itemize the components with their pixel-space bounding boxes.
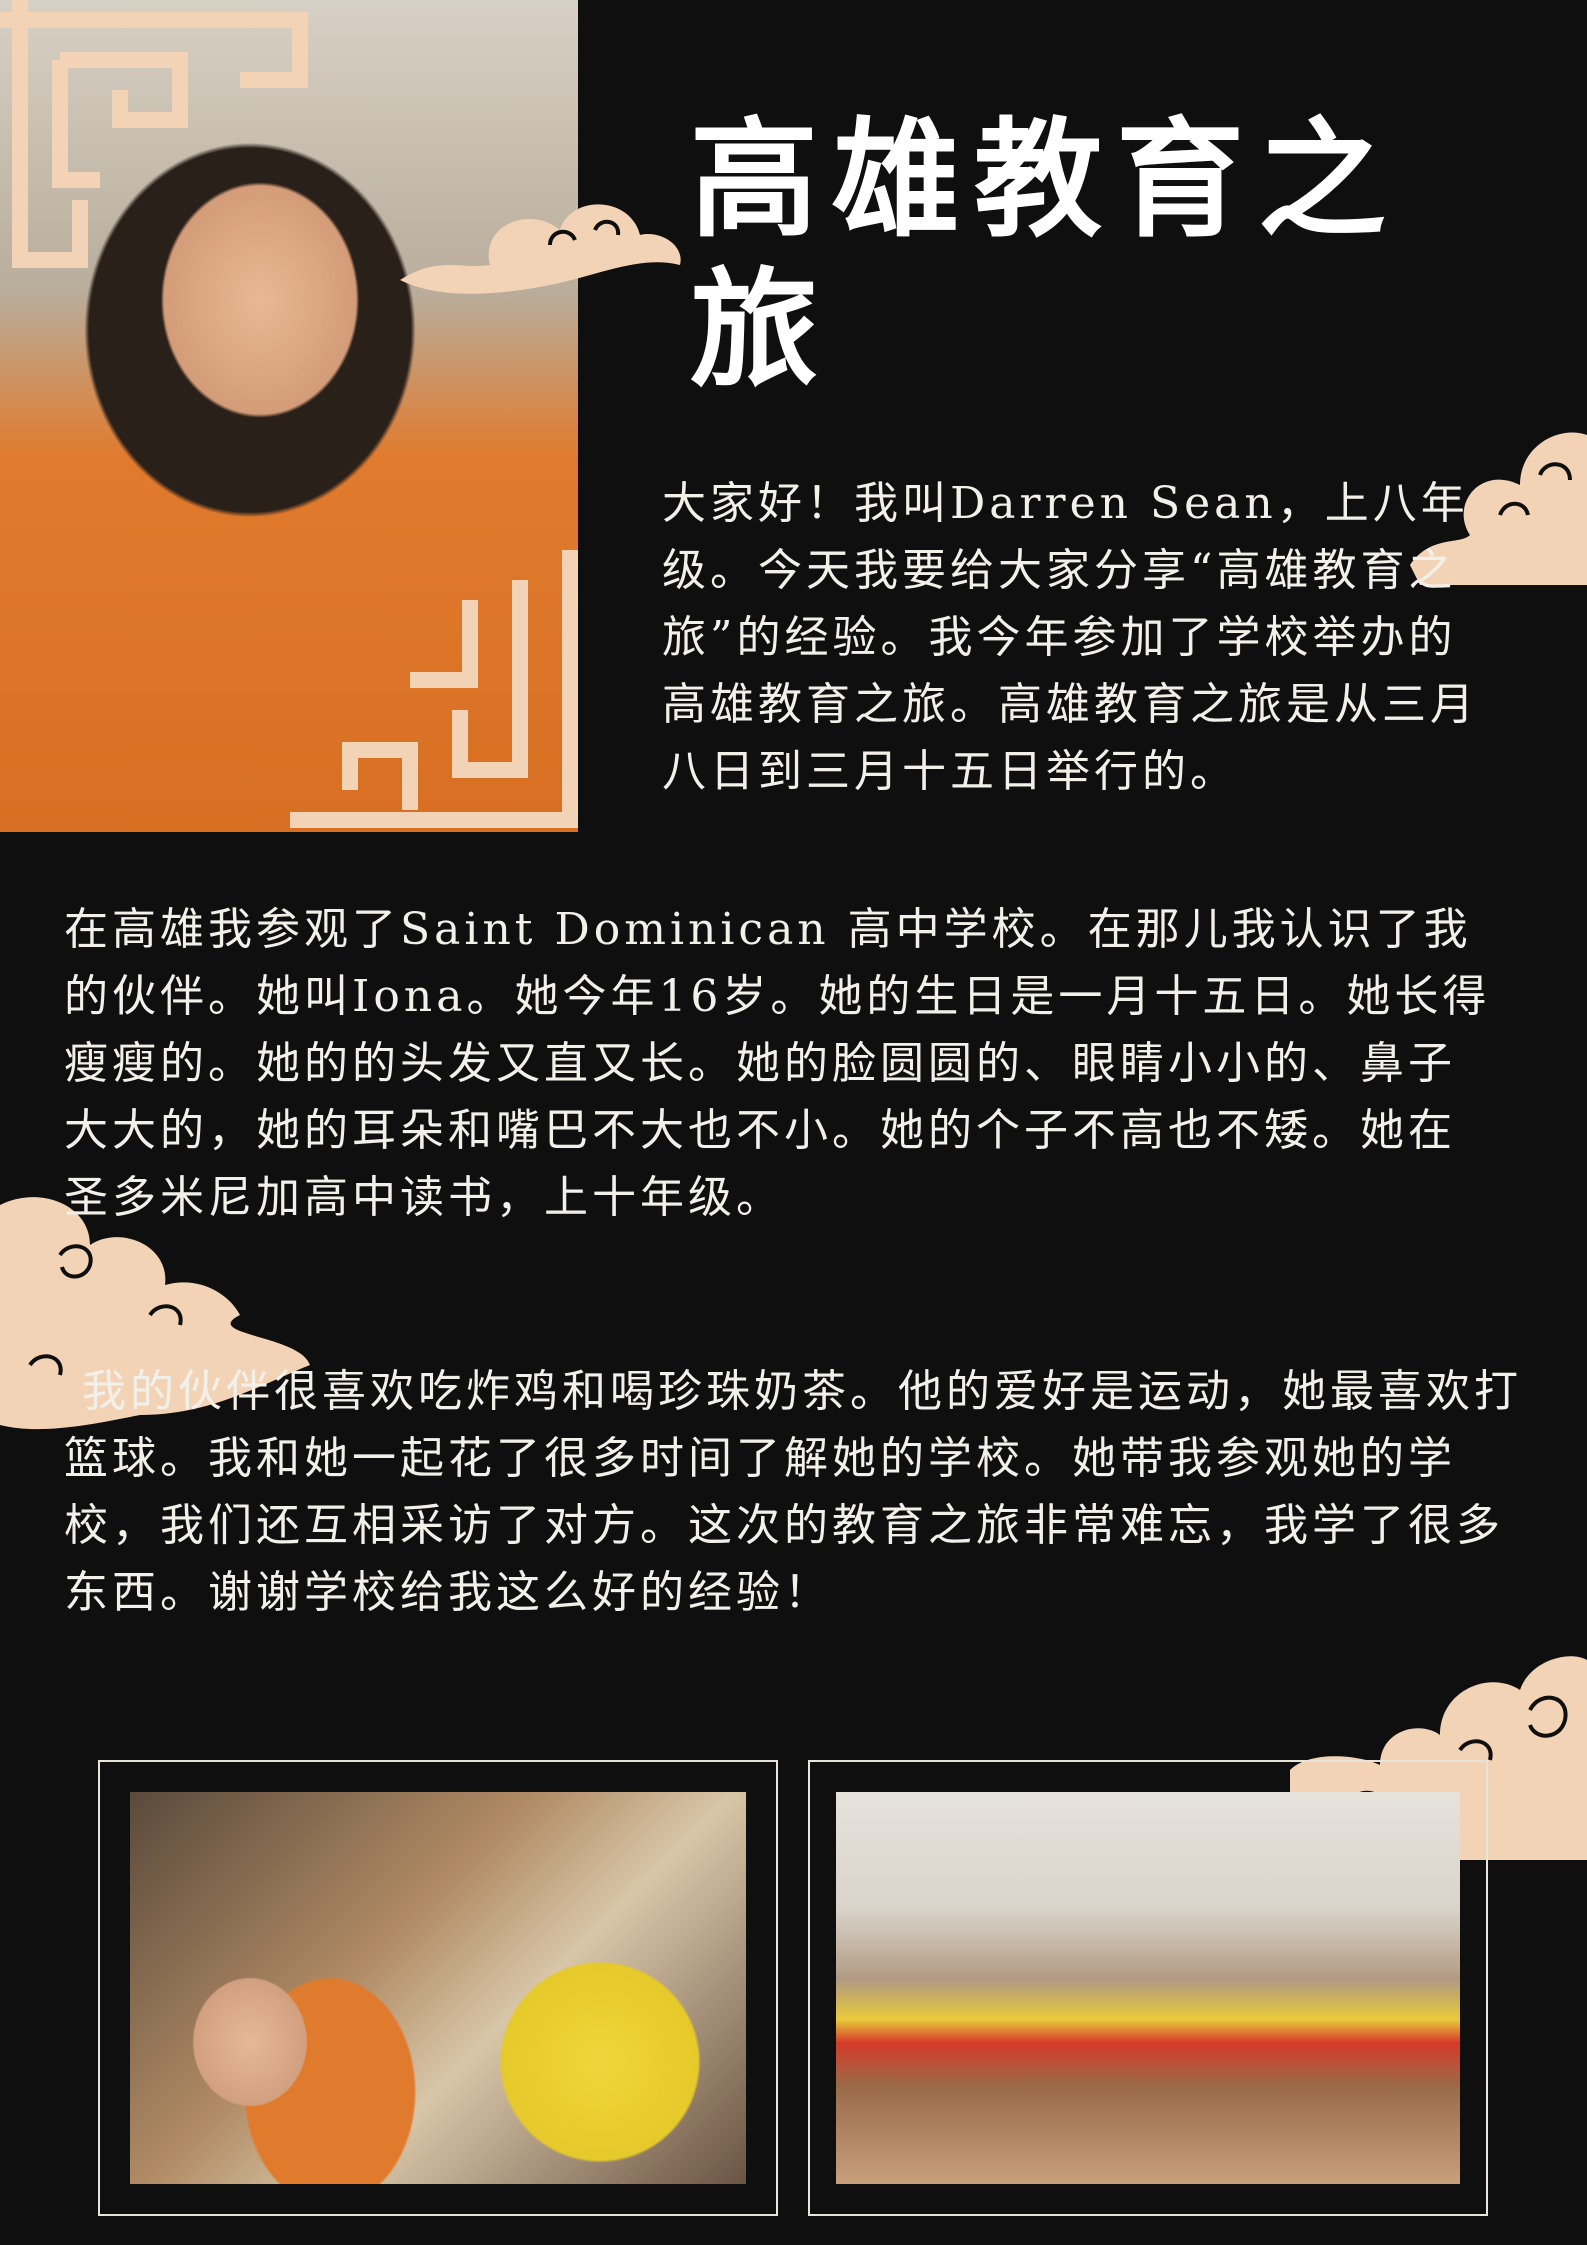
page-title: 高雄教育之旅	[690, 105, 1401, 405]
partner-description-paragraph: 在高雄我参观了Saint Dominican 高中学校。在那儿我认识了我的伙伴。…	[64, 904, 1491, 1223]
closing-paragraph: 我的伙伴很喜欢吃炸鸡和喝珍珠奶茶。他的爱好是运动，她最喜欢打篮球。我和她一起花了…	[64, 1366, 1522, 1618]
portrait-photo	[0, 0, 578, 832]
fret-ornament-bottom-right	[290, 550, 578, 828]
photo-frame-left	[98, 1760, 778, 2216]
fret-ornament-top-left	[0, 0, 308, 268]
group-photo-auditorium	[836, 1792, 1460, 2184]
intro-paragraph: 大家好！我叫Darren Sean，上八年级。今天我要给大家分享“高雄教育之旅”…	[662, 478, 1478, 797]
group-photo-classroom	[130, 1792, 746, 2184]
photo-frame-right	[808, 1760, 1488, 2216]
cloud-icon	[400, 204, 681, 294]
